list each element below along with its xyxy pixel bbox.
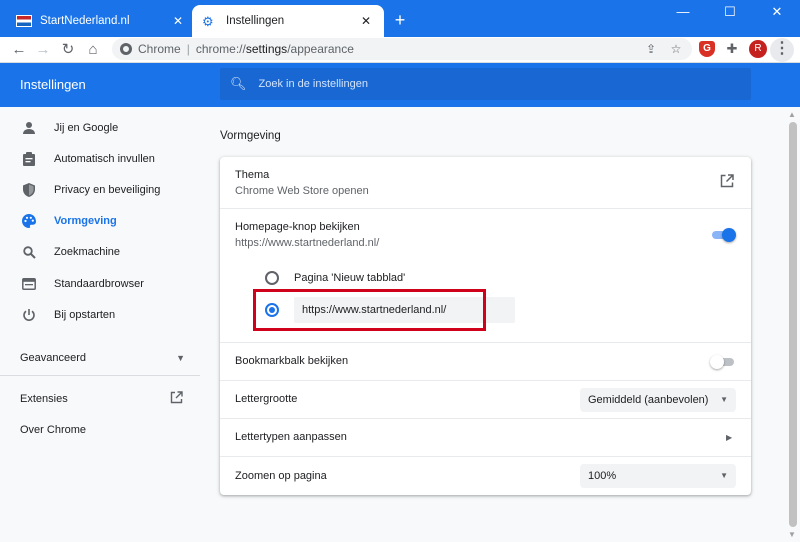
scroll-down-arrow-icon[interactable]: ▼ [787, 530, 797, 540]
settings-search-input[interactable]: 🔍︎ Zoek in de instellingen [220, 68, 751, 100]
url-scheme: chrome:// [195, 42, 246, 56]
font-size-row: Lettergrootte Gemiddeld (aanbevolen) ▼ [220, 380, 751, 418]
site-chip-label: Chrome [138, 42, 181, 56]
sidebar-item-label: Zoekmachine [54, 246, 121, 258]
font-size-label: Lettergrootte [235, 393, 298, 405]
tab-strip: StartNederland.nl ✕ ⚙ Instellingen ✕ + —… [0, 0, 800, 37]
open-in-new-icon[interactable] [720, 174, 736, 190]
dropdown-arrow-icon: ▼ [720, 471, 728, 480]
page-zoom-label: Zoomen op pagina [235, 470, 327, 482]
scrollbar-thumb[interactable] [789, 122, 797, 527]
caret-down-icon: ▼ [176, 353, 185, 363]
share-icon[interactable]: ⇪ [643, 41, 659, 57]
sidebar-item-label: Privacy en beveiliging [54, 184, 161, 196]
sidebar-item-autofill[interactable]: Automatisch invullen [0, 144, 200, 174]
bookmarks-bar-label: Bookmarkbalk bekijken [235, 355, 349, 367]
sidebar-link-about-chrome[interactable]: Over Chrome [20, 424, 86, 436]
settings-sidebar: Jij en Google Automatisch invullen Priva… [0, 107, 200, 542]
radio-new-tab-label: Pagina 'Nieuw tabblad' [294, 272, 406, 284]
appearance-card: Thema Chrome Web Store openen Homepage-k… [220, 157, 751, 495]
page-zoom-value: 100% [588, 470, 617, 482]
page-title: Instellingen [20, 77, 86, 92]
startnederland-favicon-icon [16, 15, 32, 27]
homepage-row: Homepage-knop bekijken https://www.start… [220, 208, 751, 342]
theme-row[interactable]: Thema Chrome Web Store openen [220, 157, 751, 208]
dropdown-arrow-icon: ▼ [720, 395, 728, 404]
page-zoom-select[interactable]: 100% ▼ [580, 464, 736, 488]
url-host: settings [245, 42, 288, 56]
page-zoom-row: Zoomen op pagina 100% ▼ [220, 456, 751, 495]
tab-title: StartNederland.nl [40, 15, 130, 27]
person-icon [20, 119, 38, 137]
palette-icon [20, 212, 38, 230]
homepage-label: Homepage-knop bekijken [235, 221, 360, 233]
chevron-right-icon: ▶ [726, 433, 733, 442]
home-icon[interactable]: ⌂ [82, 39, 104, 61]
extension-shield-icon[interactable]: G [699, 41, 715, 57]
url-path: /appearance [287, 42, 354, 56]
advanced-label: Geavanceerd [20, 352, 87, 364]
section-title: Vormgeving [220, 130, 281, 142]
homepage-sublabel: https://www.startnederland.nl/ [235, 237, 380, 249]
search-placeholder: Zoek in de instellingen [258, 78, 368, 90]
customize-fonts-label: Lettertypen aanpassen [235, 431, 347, 443]
customize-fonts-row[interactable]: Lettertypen aanpassen ▶ [220, 418, 751, 456]
address-bar[interactable]: Chrome | chrome://settings/appearance [112, 38, 692, 60]
sidebar-item-label: Vormgeving [54, 215, 117, 227]
sidebar-item-on-startup[interactable]: Bij opstarten [0, 300, 200, 330]
shield-icon [20, 181, 38, 199]
sidebar-item-label: Bij opstarten [54, 309, 116, 321]
tab-title: Instellingen [226, 15, 285, 27]
back-arrow-icon[interactable]: ← [8, 39, 30, 61]
browser-icon [20, 275, 38, 293]
sidebar-advanced-toggle[interactable]: Geavanceerd ▼ [20, 348, 185, 368]
power-icon [20, 306, 38, 324]
extensions-puzzle-icon[interactable]: ✚ [724, 41, 740, 57]
sidebar-divider [0, 375, 200, 376]
window-close-button[interactable]: ✕ [754, 0, 800, 26]
bookmark-star-icon[interactable]: ☆ [668, 41, 684, 57]
omnibox-separator: | [186, 42, 190, 56]
chrome-site-icon [120, 43, 132, 55]
search-icon [20, 243, 38, 261]
clipboard-icon [20, 150, 38, 168]
sidebar-item-appearance[interactable]: Vormgeving [0, 206, 200, 236]
sidebar-item-search-engine[interactable]: Zoekmachine [0, 237, 200, 267]
bookmarks-bar-row[interactable]: Bookmarkbalk bekijken [220, 342, 751, 380]
sidebar-item-privacy[interactable]: Privacy en beveiliging [0, 175, 200, 205]
gear-icon: ⚙ [202, 14, 214, 29]
radio-new-tab-page[interactable] [265, 271, 279, 285]
kebab-menu-icon[interactable]: ⋮ [770, 38, 794, 62]
forward-arrow-icon[interactable]: → [32, 39, 54, 61]
reload-icon[interactable]: ↻ [57, 39, 79, 61]
homepage-toggle[interactable] [710, 228, 736, 242]
scroll-up-arrow-icon[interactable]: ▲ [787, 110, 797, 120]
search-icon: 🔍︎ [230, 76, 247, 91]
sidebar-item-you-and-google[interactable]: Jij en Google [0, 113, 200, 143]
sidebar-link-extensions[interactable]: Extensies [20, 393, 68, 405]
tab-startnederland[interactable]: StartNederland.nl ✕ [6, 5, 196, 37]
close-icon[interactable]: ✕ [358, 13, 374, 29]
sidebar-item-label: Standaardbrowser [54, 278, 144, 290]
tab-instellingen[interactable]: ⚙ Instellingen ✕ [192, 5, 384, 37]
open-in-new-icon[interactable] [170, 391, 184, 405]
sidebar-item-label: Automatisch invullen [54, 153, 155, 165]
settings-header: Instellingen 🔍︎ Zoek in de instellingen [0, 63, 800, 107]
new-tab-button[interactable]: + [390, 10, 410, 30]
theme-label: Thema [235, 169, 270, 181]
minimize-button[interactable]: — [660, 0, 706, 26]
sidebar-item-default-browser[interactable]: Standaardbrowser [0, 269, 200, 299]
red-highlight-box [253, 289, 486, 331]
sidebar-item-label: Jij en Google [54, 122, 119, 134]
maximize-button[interactable]: ☐ [707, 0, 753, 26]
font-size-select[interactable]: Gemiddeld (aanbevolen) ▼ [580, 388, 736, 412]
font-size-value: Gemiddeld (aanbevolen) [588, 394, 709, 406]
bookmarks-bar-toggle[interactable] [710, 355, 736, 369]
profile-avatar[interactable]: R [749, 40, 767, 58]
browser-toolbar: ← → ↻ ⌂ Chrome | chrome://settings/appea… [0, 37, 800, 63]
close-icon[interactable]: ✕ [170, 13, 186, 29]
theme-sublabel: Chrome Web Store openen [235, 185, 369, 197]
